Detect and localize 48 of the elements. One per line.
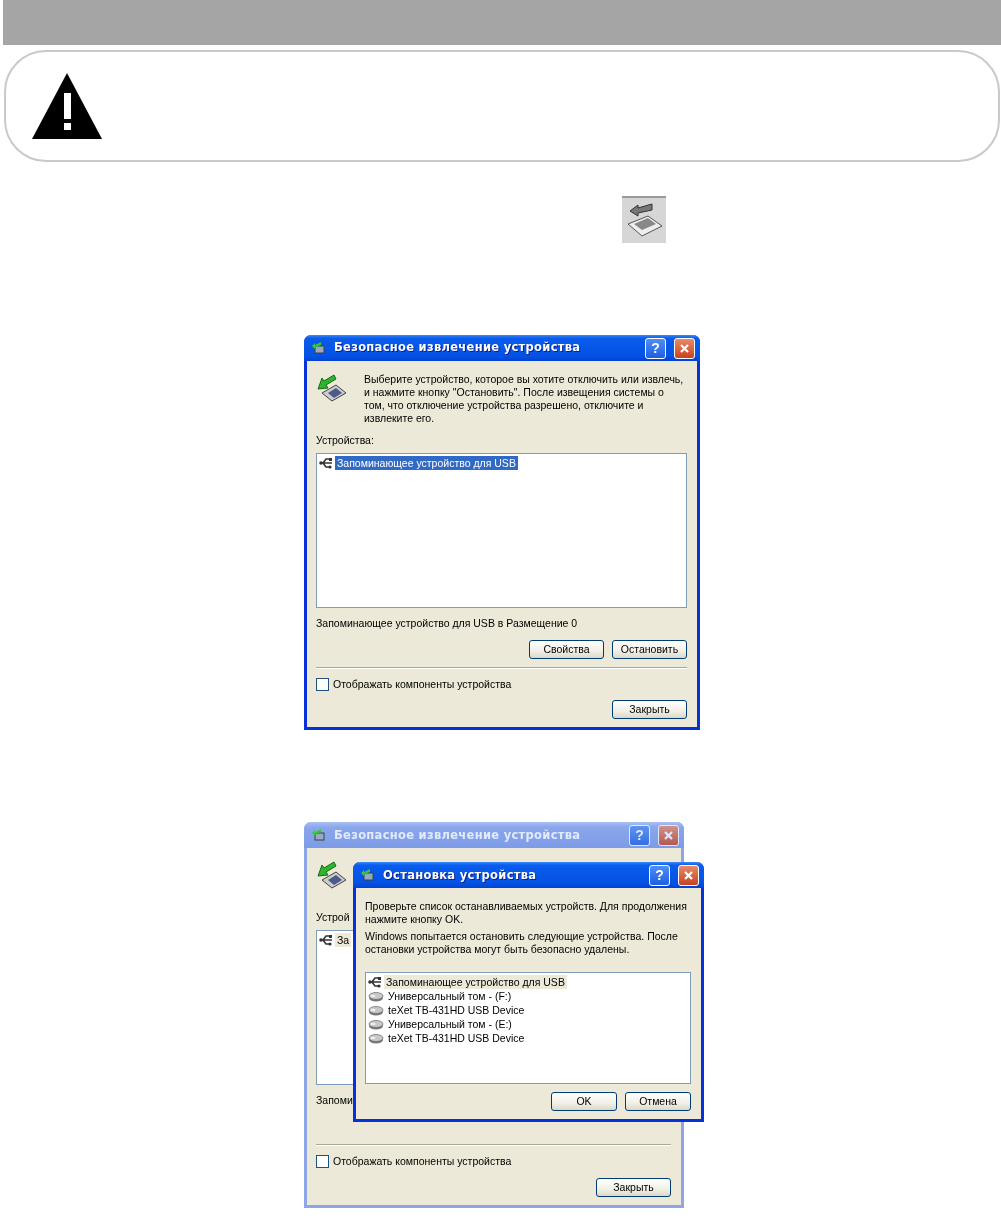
checkbox-label: Отображать компоненты устройства	[333, 1153, 512, 1169]
disk-icon	[368, 1004, 384, 1017]
device-list[interactable]: Запоминающее устройство для USB Универсальный том - (F:) teXet TB-431HD USB Device Универсальный том - (E:) teXet TB-431HD USB Device	[365, 972, 691, 1085]
close-icon	[682, 868, 695, 882]
list-item[interactable]: teXet TB-431HD USB Device	[386, 1003, 527, 1018]
checkbox[interactable]	[316, 677, 329, 691]
list-label: Устройства:	[316, 433, 374, 448]
window-title: Безопасное извлечение устройства	[334, 339, 582, 357]
help-button[interactable]: ?	[645, 337, 666, 359]
usb-icon	[319, 933, 333, 947]
device-arrow-icon	[361, 868, 375, 883]
usb-icon	[319, 455, 333, 470]
close-button[interactable]	[678, 864, 699, 886]
usb-icon	[368, 975, 382, 990]
status-text: Запоминающее устройство для USB в Размещение 0	[316, 615, 578, 631]
checkbox-label: Отображать компоненты устройства	[333, 676, 512, 692]
close-button[interactable]	[658, 824, 679, 846]
instruction-text: Выберите устройство, которое вы хотите отключить или извлечь, и нажмите кнопку "Остановить". После извещения системы о том, что отключение устройства разрешено, отключите и извлеките его.	[364, 373, 685, 425]
dialog-button[interactable]: Отмена	[625, 1092, 691, 1112]
list-item[interactable]: За	[335, 933, 352, 947]
checkbox[interactable]	[316, 1155, 329, 1169]
window-title: Остановка устройства	[383, 866, 538, 884]
action-button[interactable]: Остановить	[612, 639, 687, 659]
disk-icon	[368, 1032, 384, 1045]
list-item[interactable]: Универсальный том - (F:)	[386, 989, 514, 1004]
disk-icon	[368, 1018, 384, 1031]
dialog-button[interactable]: OK	[551, 1092, 617, 1112]
device-arrow-icon	[312, 828, 326, 843]
disk-icon	[368, 990, 384, 1003]
warning-icon	[32, 73, 102, 139]
instruction-text: Проверьте список останавливаемых устройств. Для продолжения нажмите кнопку OK.	[365, 900, 688, 927]
list-item[interactable]: teXet TB-431HD USB Device	[386, 1031, 527, 1046]
close-button[interactable]	[674, 337, 695, 359]
status-text: Запоми	[316, 1093, 353, 1108]
list-label: Устрой	[316, 910, 350, 926]
window-title: Безопасное извлечение устройства	[334, 826, 582, 844]
close-dialog-button[interactable]: Закрыть	[612, 700, 687, 720]
help-button[interactable]: ?	[649, 864, 670, 886]
device-list[interactable]: Запоминающее устройство для USB	[316, 452, 687, 608]
list-item[interactable]: Универсальный том - (E:)	[386, 1017, 514, 1032]
action-button[interactable]: Свойства	[529, 639, 604, 659]
list-item[interactable]: Запоминающее устройство для USB	[335, 455, 518, 470]
device-arrow-icon	[312, 341, 326, 355]
instruction-text: Windows попытается остановить следующие устройства. После остановки устройства могут быть безопасно удалены.	[365, 930, 679, 957]
close-icon	[678, 341, 691, 355]
close-dialog-button[interactable]: Закрыть	[596, 1177, 671, 1197]
list-item[interactable]: Запоминающее устройство для USB	[384, 975, 567, 990]
close-icon	[662, 828, 675, 842]
